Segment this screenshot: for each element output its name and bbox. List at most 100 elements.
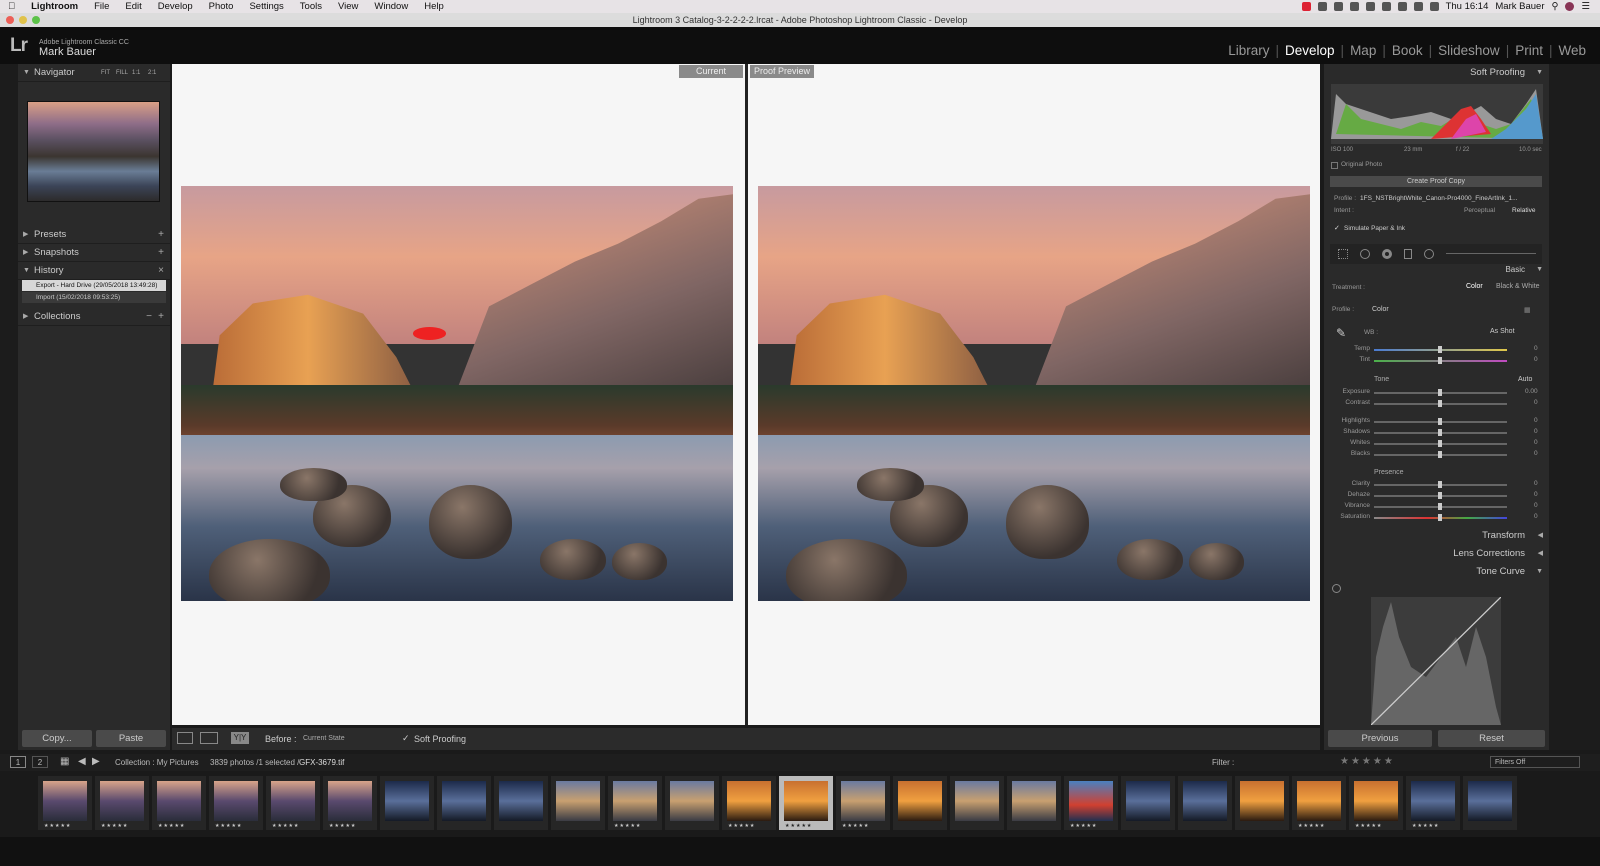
filmstrip-thumbnail[interactable] <box>1463 776 1517 830</box>
second-window-button[interactable]: 2 <box>32 756 48 768</box>
filmstrip-thumbnail[interactable]: ★★★★★ <box>722 776 776 830</box>
slider-value-clarity[interactable]: 0 <box>1534 480 1538 487</box>
add-preset-icon[interactable]: + <box>158 226 164 244</box>
grid-view-icon[interactable]: ▦ <box>60 756 69 767</box>
status-app-icon[interactable] <box>1301 2 1311 11</box>
slider-exposure[interactable] <box>1374 389 1507 396</box>
filmstrip-thumbnail[interactable] <box>1178 776 1232 830</box>
filmstrip-thumbnail[interactable]: ★★★★★ <box>608 776 662 830</box>
source-label[interactable]: Collection : My Pictures <box>115 758 199 767</box>
soft-proofing-checkbox[interactable]: ✓ <box>402 733 410 744</box>
module-slideshow[interactable]: Slideshow <box>1432 43 1506 58</box>
slider-value-saturation[interactable]: 0 <box>1534 513 1538 520</box>
slider-knob[interactable] <box>1438 481 1442 488</box>
slider-vibrance[interactable] <box>1374 503 1507 510</box>
slider-tint[interactable] <box>1374 357 1507 364</box>
wb-eyedropper-icon[interactable]: ✎ <box>1336 326 1346 340</box>
filmstrip-thumbnail[interactable]: ★★★★★ <box>38 776 92 830</box>
slider-value-shadows[interactable]: 0 <box>1534 428 1538 435</box>
targeted-adjustment-icon[interactable] <box>1332 584 1341 593</box>
treatment-bw[interactable]: Black & White <box>1496 283 1540 290</box>
filmstrip-thumbnail[interactable] <box>551 776 605 830</box>
rating-filter[interactable]: ★★★★★ <box>1340 756 1395 767</box>
clear-history-icon[interactable]: × <box>158 262 164 280</box>
zoom-window-button[interactable] <box>32 16 40 24</box>
slider-knob[interactable] <box>1438 418 1442 425</box>
history-item[interactable]: Export - Hard Drive (29/05/2018 13:49:28… <box>22 280 166 291</box>
slider-value-whites[interactable]: 0 <box>1534 439 1538 446</box>
navigator-preview[interactable] <box>27 101 160 202</box>
slider-value-exposure[interactable]: 0.00 <box>1525 388 1538 395</box>
slider-knob[interactable] <box>1438 451 1442 458</box>
profile-select[interactable]: Color <box>1372 306 1389 313</box>
previous-button[interactable]: Previous <box>1328 730 1432 747</box>
simulate-paper-checkbox[interactable]: ✓ <box>1334 224 1340 232</box>
remove-collection-icon[interactable]: − <box>146 308 152 326</box>
module-library[interactable]: Library <box>1222 43 1275 58</box>
crop-tool-icon[interactable] <box>1338 249 1348 259</box>
profile-browser-icon[interactable]: ▦ <box>1524 306 1531 314</box>
slider-knob[interactable] <box>1438 357 1442 364</box>
add-collection-icon[interactable]: + <box>158 308 164 326</box>
slider-temp[interactable] <box>1374 346 1507 353</box>
original-photo-checkbox[interactable] <box>1331 162 1338 169</box>
filmstrip-thumbnail[interactable]: ★★★★★ <box>95 776 149 830</box>
menu-help[interactable]: Help <box>416 1 452 12</box>
snapshots-header[interactable]: ▶ Snapshots + <box>18 244 170 262</box>
treatment-color[interactable]: Color <box>1466 283 1483 290</box>
spot-removal-icon[interactable] <box>1360 249 1370 259</box>
nav-fit[interactable]: FIT <box>101 64 110 82</box>
before-after-icon[interactable] <box>200 732 218 744</box>
menu-lightroom[interactable]: Lightroom <box>23 1 86 12</box>
slider-knob[interactable] <box>1438 514 1442 521</box>
filmstrip-thumbnail[interactable]: ★★★★★ <box>266 776 320 830</box>
slider-shadows[interactable] <box>1374 429 1507 436</box>
filmstrip-thumbnail[interactable] <box>950 776 1004 830</box>
presets-header[interactable]: ▶ Presets + <box>18 226 170 244</box>
filmstrip-thumbnail[interactable]: ★★★★★ <box>836 776 890 830</box>
proof-profile-select[interactable]: 1FS_NSTBrightWhite_Canon-Pro4000_FineArt… <box>1360 195 1538 202</box>
paste-button[interactable]: Paste <box>96 730 166 747</box>
slider-knob[interactable] <box>1438 400 1442 407</box>
menu-tools[interactable]: Tools <box>292 1 330 12</box>
siri-icon[interactable] <box>1565 2 1575 11</box>
loupe-view-icon[interactable] <box>177 732 193 744</box>
filmstrip-thumbnail[interactable] <box>893 776 947 830</box>
before-after-split-icon[interactable]: Y|Y <box>231 732 249 744</box>
status-settings-icon[interactable] <box>1333 2 1343 11</box>
slider-saturation[interactable] <box>1374 514 1507 521</box>
spotlight-icon[interactable]: ⚲ <box>1552 1 1559 12</box>
status-battery-icon[interactable] <box>1429 2 1439 11</box>
nav-2to1[interactable]: 2:1 <box>148 64 156 82</box>
navigator-header[interactable]: ▼ Navigator FIT FILL 1:1 2:1 <box>18 64 170 82</box>
auto-tone-button[interactable]: Auto <box>1518 376 1532 383</box>
current-photo[interactable] <box>181 186 733 601</box>
red-eye-icon[interactable] <box>1382 249 1392 259</box>
filmstrip-thumbnail[interactable] <box>1235 776 1289 830</box>
tone-curve-graph[interactable] <box>1371 597 1501 725</box>
lens-corrections-header[interactable]: Lens Corrections ◀ <box>1324 545 1549 563</box>
add-snapshot-icon[interactable]: + <box>158 244 164 262</box>
main-window-button[interactable]: 1 <box>10 756 26 768</box>
slider-value-tint[interactable]: 0 <box>1534 356 1538 363</box>
before-state-select[interactable]: Current State <box>303 735 345 742</box>
slider-value-blacks[interactable]: 0 <box>1534 450 1538 457</box>
history-item[interactable]: Import (15/02/2018 09:53:25) <box>22 292 166 303</box>
menu-photo[interactable]: Photo <box>201 1 242 12</box>
collections-header[interactable]: ▶ Collections − + <box>18 308 170 326</box>
close-window-button[interactable] <box>6 16 14 24</box>
history-header[interactable]: ▼ History × <box>18 262 170 280</box>
status-mail-icon[interactable] <box>1349 2 1359 11</box>
filmstrip-thumbnail[interactable] <box>1007 776 1061 830</box>
nav-fill[interactable]: FILL <box>116 64 128 82</box>
slider-contrast[interactable] <box>1374 400 1507 407</box>
reset-button[interactable]: Reset <box>1438 730 1545 747</box>
status-wifi-icon[interactable] <box>1397 2 1407 11</box>
slider-clarity[interactable] <box>1374 481 1507 488</box>
filmstrip-thumbnail[interactable]: ★★★★★ <box>152 776 206 830</box>
soft-proofing-header[interactable]: Soft Proofing ▼ <box>1324 64 1549 82</box>
proof-preview-photo[interactable] <box>758 186 1310 601</box>
slider-value-vibrance[interactable]: 0 <box>1534 502 1538 509</box>
status-timemachine-icon[interactable] <box>1365 2 1375 11</box>
filmstrip-thumbnail[interactable]: ★★★★★ <box>1292 776 1346 830</box>
